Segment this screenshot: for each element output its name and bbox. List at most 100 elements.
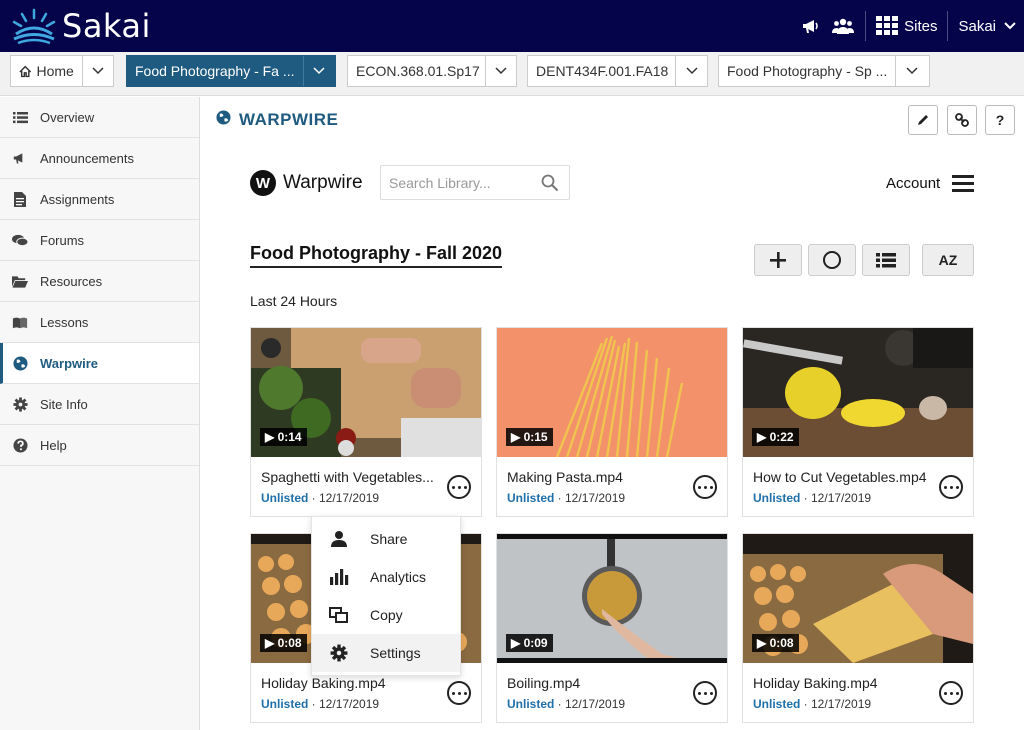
status-badge: Unlisted bbox=[261, 697, 309, 711]
account-link[interactable]: Account bbox=[886, 175, 940, 192]
sidebar-item-label: Warpwire bbox=[40, 355, 99, 371]
menu-item-share[interactable]: Share bbox=[312, 520, 460, 558]
video-title[interactable]: Boiling.mp4 bbox=[507, 675, 685, 691]
list-icon bbox=[12, 109, 28, 125]
warpwire-logo[interactable]: W Warpwire bbox=[250, 170, 363, 196]
chevron-down-icon[interactable] bbox=[484, 56, 516, 86]
video-meta: Unlisted · 12/17/2019 bbox=[261, 491, 379, 505]
help-button[interactable]: ? bbox=[985, 105, 1015, 135]
sidebar-item-resources[interactable]: Resources bbox=[0, 261, 199, 302]
video-meta: Unlisted · 12/17/2019 bbox=[261, 697, 379, 711]
video-date: · 12/17/2019 bbox=[554, 491, 626, 505]
divider bbox=[865, 11, 867, 41]
video-thumbnail[interactable]: ▶ 0:09 bbox=[497, 534, 727, 663]
warpwire-brand: Warpwire bbox=[283, 172, 363, 193]
more-options-button[interactable] bbox=[939, 475, 963, 499]
video-card[interactable]: ▶ 0:22 How to Cut Vegetables.mp4 Unliste… bbox=[742, 327, 974, 517]
video-title[interactable]: Holiday Baking.mp4 bbox=[261, 675, 439, 691]
sidebar-item-lessons[interactable]: Lessons bbox=[0, 302, 199, 343]
sidebar-item-forums[interactable]: Forums bbox=[0, 220, 199, 261]
record-button[interactable] bbox=[808, 244, 856, 276]
hamburger-menu-icon[interactable] bbox=[952, 175, 974, 193]
more-options-button[interactable] bbox=[693, 475, 717, 499]
sidebar-item-label: Forums bbox=[40, 232, 85, 248]
video-meta: Unlisted · 12/17/2019 bbox=[753, 697, 871, 711]
video-title[interactable]: Holiday Baking.mp4 bbox=[753, 675, 931, 691]
video-title[interactable]: Making Pasta.mp4 bbox=[507, 469, 685, 485]
add-media-button[interactable] bbox=[754, 244, 802, 276]
video-thumbnail[interactable]: ▶ 0:15 bbox=[497, 328, 727, 457]
list-view-button[interactable] bbox=[862, 244, 910, 276]
video-card[interactable]: ▶ 0:15 Making Pasta.mp4 Unlisted · 12/17… bbox=[496, 327, 728, 517]
video-title[interactable]: How to Cut Vegetables.mp4 bbox=[753, 469, 931, 485]
tab-home[interactable]: Home bbox=[10, 55, 114, 87]
more-options-button[interactable] bbox=[447, 681, 471, 705]
more-options-button[interactable] bbox=[939, 681, 963, 705]
video-date: · 12/17/2019 bbox=[800, 491, 872, 505]
sidebar-item-label: Overview bbox=[40, 109, 95, 125]
sites-label: Sites bbox=[904, 17, 938, 35]
tab-label: DENT434F.001.FA18 bbox=[536, 63, 669, 79]
users-icon[interactable] bbox=[830, 13, 856, 39]
gear-icon bbox=[12, 396, 28, 412]
brand-name: Sakai bbox=[62, 7, 151, 45]
globe-icon bbox=[216, 110, 231, 130]
pencil-icon bbox=[918, 115, 928, 125]
sidebar-item-label: Help bbox=[40, 437, 67, 453]
more-options-button[interactable] bbox=[447, 475, 471, 499]
duration-badge: ▶ 0:22 bbox=[752, 428, 799, 446]
more-options-button[interactable] bbox=[693, 681, 717, 705]
tab-econ[interactable]: ECON.368.01.Sp17 bbox=[347, 55, 517, 87]
sidebar-item-label: Site Info bbox=[40, 396, 88, 412]
sidebar-item-label: Announcements bbox=[40, 150, 134, 166]
menu-item-copy[interactable]: Copy bbox=[312, 596, 460, 634]
search-placeholder: Search Library... bbox=[389, 174, 491, 191]
sidebar-item-label: Lessons bbox=[40, 314, 89, 330]
chevron-down-icon[interactable] bbox=[81, 56, 113, 86]
video-thumbnail[interactable]: ▶ 0:22 bbox=[743, 328, 973, 457]
sort-az-button[interactable]: AZ bbox=[922, 244, 974, 276]
megaphone-icon[interactable] bbox=[798, 13, 824, 39]
tab-food-photography-spring[interactable]: Food Photography - Sp ... bbox=[718, 55, 930, 87]
user-menu-button[interactable]: Sakai bbox=[954, 18, 1024, 35]
search-input[interactable]: Search Library... bbox=[380, 165, 570, 200]
chevron-down-icon[interactable] bbox=[675, 56, 707, 86]
sidebar-item-overview[interactable]: Overview bbox=[0, 97, 199, 138]
tab-dent[interactable]: DENT434F.001.FA18 bbox=[527, 55, 708, 87]
video-thumbnail[interactable]: ▶ 0:08 bbox=[743, 534, 973, 663]
sidebar-item-site-info[interactable]: Site Info bbox=[0, 384, 199, 425]
menu-item-analytics[interactable]: Analytics bbox=[312, 558, 460, 596]
chevron-down-icon[interactable] bbox=[895, 56, 927, 86]
video-card[interactable]: ▶ 0:08 Holiday Baking.mp4 Unlisted · 12/… bbox=[742, 533, 974, 723]
sites-button[interactable]: Sites bbox=[872, 16, 941, 36]
sidebar-item-help[interactable]: Help bbox=[0, 425, 199, 466]
divider bbox=[947, 11, 949, 41]
edit-button[interactable] bbox=[908, 105, 938, 135]
sidebar-item-warpwire[interactable]: Warpwire bbox=[0, 343, 199, 384]
chevron-down-icon bbox=[1004, 22, 1016, 30]
video-title[interactable]: Spaghetti with Vegetables... bbox=[261, 469, 439, 485]
sidebar-item-announcements[interactable]: Announcements bbox=[0, 138, 199, 179]
library-title[interactable]: Food Photography - Fall 2020 bbox=[250, 243, 503, 268]
sidebar-item-assignments[interactable]: Assignments bbox=[0, 179, 199, 220]
video-options-menu: Share Analytics Copy Settings bbox=[311, 516, 461, 676]
site-tabs: Home Food Photography - Fa ... ECON.368.… bbox=[0, 52, 1024, 96]
sidebar-item-label: Assignments bbox=[40, 191, 115, 207]
duration-badge: ▶ 0:08 bbox=[752, 634, 799, 652]
sakai-logo[interactable]: Sakai bbox=[10, 6, 151, 46]
link-button[interactable] bbox=[947, 105, 977, 135]
user-label: Sakai bbox=[958, 17, 996, 35]
circle-icon bbox=[823, 251, 841, 269]
menu-item-settings[interactable]: Settings bbox=[312, 634, 460, 672]
video-card[interactable]: ▶ 0:09 Boiling.mp4 Unlisted · 12/17/2019 bbox=[496, 533, 728, 723]
video-card[interactable]: ▶ 0:14 Spaghetti with Vegetables... Unli… bbox=[250, 327, 482, 517]
person-icon bbox=[328, 528, 350, 550]
chevron-down-icon[interactable] bbox=[302, 56, 335, 86]
video-date: · 12/17/2019 bbox=[308, 697, 380, 711]
video-thumbnail[interactable]: ▶ 0:14 bbox=[251, 328, 481, 457]
tab-home-label: Home bbox=[11, 56, 82, 86]
tab-food-photography-fall[interactable]: Food Photography - Fa ... bbox=[126, 55, 336, 87]
status-badge: Unlisted bbox=[753, 697, 801, 711]
search-icon[interactable] bbox=[541, 174, 559, 195]
menu-item-label: Share bbox=[370, 531, 408, 547]
